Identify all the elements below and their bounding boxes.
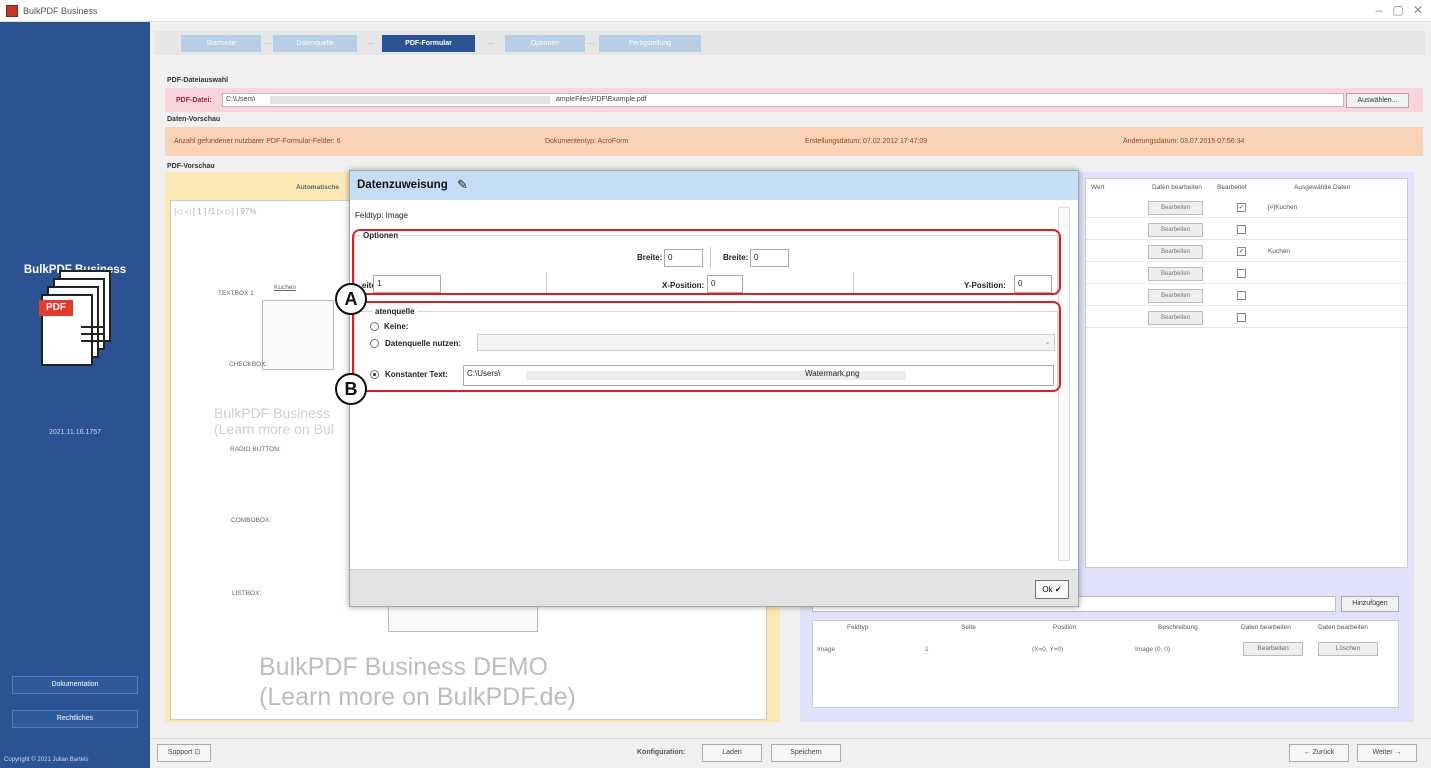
demo-watermark: BulkPDF Business DEMO (Learn more on Bul… <box>259 653 576 711</box>
created-date: Erstellungsdatum: 07.02.2012 17:47:09 <box>805 138 928 145</box>
field-combobox: COMBOBOX: <box>231 517 272 524</box>
window-titlebar: BulkPDF Business – ▢ ✕ <box>0 0 1431 22</box>
add-button[interactable]: Hinzufügen <box>1341 596 1399 612</box>
field-checkbox: CHECKBOX: <box>229 361 268 368</box>
maximize-icon[interactable]: ▢ <box>1389 3 1407 17</box>
minimize-icon[interactable]: – <box>1370 3 1388 17</box>
sidebar: BulkPDF Business 2021.11.16.1757 Dokumen… <box>0 22 150 768</box>
app-icon <box>6 5 18 17</box>
step-datasource[interactable]: Datenquelle <box>273 35 357 52</box>
field-textbox: TEXTBOX 1: <box>218 290 256 297</box>
field-count: Anzahl gefundener nutzbarer PDF-Formular… <box>174 138 341 145</box>
row-delete-button[interactable]: Löschen <box>1318 642 1378 656</box>
next-button[interactable]: Weiter → <box>1357 744 1417 762</box>
modified-date: Änderungsdatum: 03.07.2015 07:56:34 <box>1123 138 1245 145</box>
dialog-title: Datenzuweisung <box>357 179 448 191</box>
table-row: Bearbeiten <box>1086 263 1407 284</box>
documentation-button[interactable]: Dokumentation <box>12 676 138 694</box>
dialog-titlebar: Datenzuweisung ✎ <box>350 171 1078 200</box>
row-description: Image (0, 0) <box>1135 646 1171 653</box>
edited-checkbox[interactable]: ✓ <box>1237 203 1246 212</box>
edited-checkbox[interactable] <box>1237 269 1246 278</box>
dialog-fieldtype: Feldtyp: Image <box>355 211 408 220</box>
row-type: Image <box>817 646 836 653</box>
table-row: Bearbeiten ✓ [#]Kuchen <box>1086 197 1407 218</box>
pdf-label: PDF <box>39 300 73 316</box>
pdf-file-label: PDF-Datei: <box>176 97 212 104</box>
step-finish[interactable]: Fertigstellung <box>599 35 701 52</box>
image-table: Feldtyp Seite Position Beschreibung Date… <box>812 620 1399 708</box>
edit-button[interactable]: Bearbeiten <box>1148 267 1203 281</box>
dialog-footer: Ok ✔ <box>350 569 1078 606</box>
pdf-document-icon: PDF <box>35 270 115 390</box>
step-start[interactable]: Startseite <box>181 35 261 52</box>
step-options[interactable]: Optionen <box>505 35 585 52</box>
field-grid: Wert Daten bearbeiten Bearbeitet Ausgewä… <box>1085 178 1408 568</box>
edit-button[interactable]: Bearbeiten <box>1148 289 1203 303</box>
back-button[interactable]: ← Zurück <box>1289 744 1349 762</box>
config-label: Konfiguration: <box>637 749 686 756</box>
edit-button[interactable]: Bearbeiten <box>1148 311 1203 325</box>
support-button[interactable]: Support ⊡ <box>157 744 211 762</box>
row-page: 1 <box>925 646 929 653</box>
row-position: (X=0, Y=0) <box>1032 646 1064 653</box>
pdf-path-field[interactable]: C:\Users\ ampleFiles\PDF\Example.pdf <box>222 93 1344 107</box>
edit-button[interactable]: Bearbeiten <box>1148 201 1203 215</box>
copyright-text: Copyright © 2021 Julian Bartels <box>4 757 89 763</box>
pdf-preview-title: PDF-Vorschau <box>167 163 215 170</box>
callout-a: A <box>335 283 367 315</box>
preview-doc-image <box>262 300 334 370</box>
edited-checkbox[interactable]: ✓ <box>1237 247 1246 256</box>
row-edit-button[interactable]: Bearbeiten <box>1243 642 1303 656</box>
table-row: Bearbeiten <box>1086 285 1407 306</box>
table-row: Bearbeiten ✓ Kuchen <box>1086 241 1407 262</box>
edit-button[interactable]: Bearbeiten <box>1148 223 1203 237</box>
table-row: Bearbeiten <box>1086 219 1407 240</box>
legal-button[interactable]: Rechtliches <box>12 710 138 728</box>
ok-button[interactable]: Ok ✔ <box>1035 580 1069 599</box>
highlight-options <box>352 229 1061 295</box>
data-preview-title: Daten-Vorschau <box>167 116 221 123</box>
step-pdf-form[interactable]: PDF-Formular <box>382 35 475 52</box>
preview-toolbar[interactable]: |◁ ◁ [ 1 ] /1 ▷ ▷| | 97% <box>174 207 374 225</box>
table-row: Bearbeiten <box>1086 307 1407 328</box>
doctype: Dokumententyp: AcroForm <box>545 138 629 145</box>
save-config-button[interactable]: Speichern <box>771 744 841 762</box>
edited-checkbox[interactable] <box>1237 291 1246 300</box>
choose-file-button[interactable]: Auswählen... <box>1346 93 1409 108</box>
callout-b: B <box>335 373 367 405</box>
field-radio: RADIO BUTTON: <box>230 446 281 453</box>
file-select-bar: PDF-Datei: C:\Users\ ampleFiles\PDF\Exam… <box>165 88 1423 112</box>
edited-checkbox[interactable] <box>1237 313 1246 322</box>
field-listbox: LISTBOX: <box>232 590 262 597</box>
data-preview-bar: Anzahl gefundener nutzbarer PDF-Formular… <box>165 127 1423 156</box>
edited-checkbox[interactable] <box>1237 225 1246 234</box>
load-config-button[interactable]: Laden <box>702 744 762 762</box>
highlight-datasource <box>352 301 1061 392</box>
window-title: BulkPDF Business <box>23 6 98 16</box>
file-select-title: PDF-Dateiauswahl <box>167 77 229 84</box>
close-icon[interactable]: ✕ <box>1409 3 1427 17</box>
step-navigation: Startseite — Datenquelle — PDF-Formular … <box>155 31 1425 55</box>
edit-icon: ✎ <box>457 177 468 192</box>
edit-button[interactable]: Bearbeiten <box>1148 245 1203 259</box>
app-version: 2021.11.16.1757 <box>48 429 102 436</box>
